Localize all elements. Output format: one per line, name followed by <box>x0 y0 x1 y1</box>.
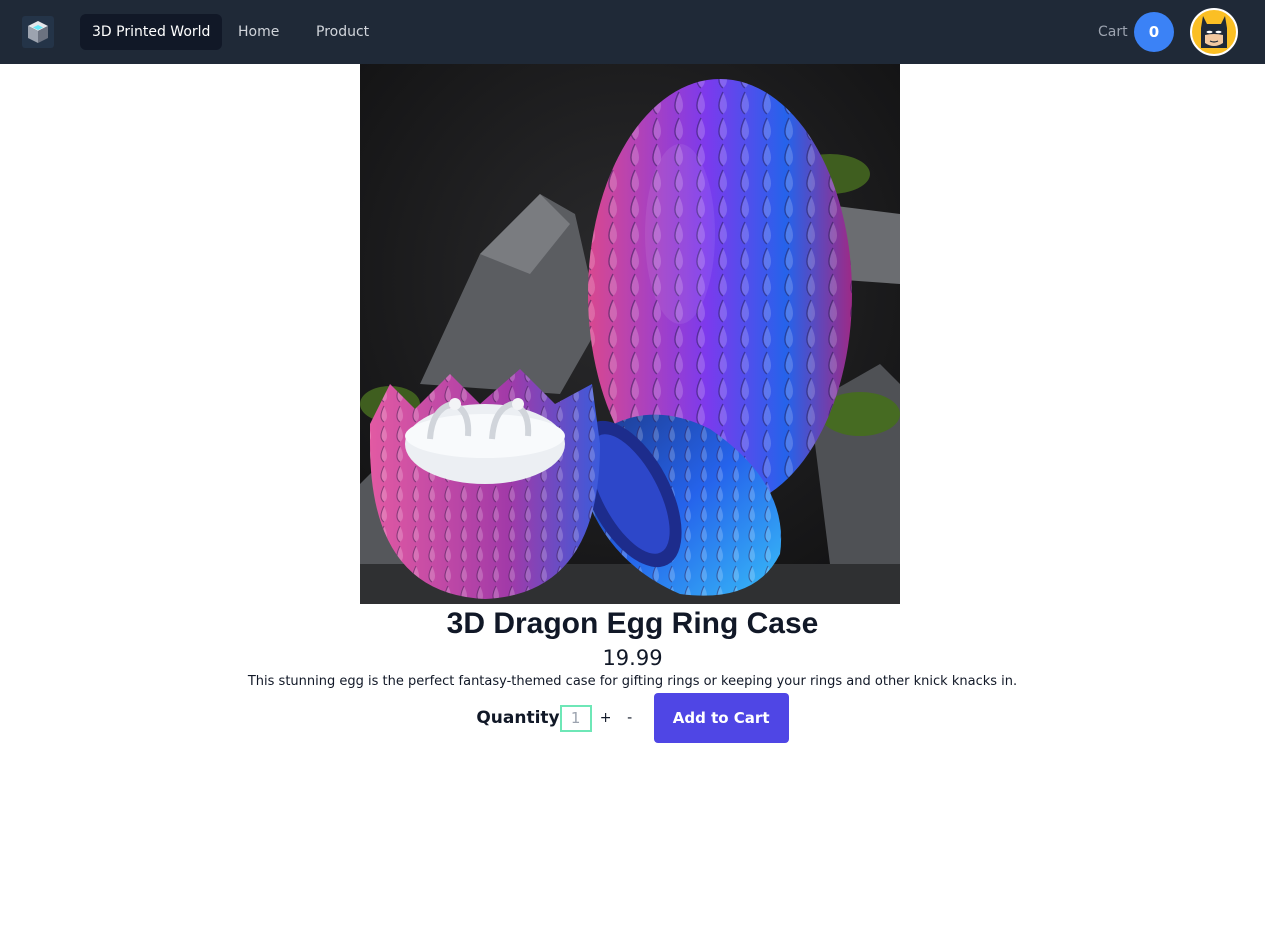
nav-link-home[interactable]: Home <box>226 14 291 50</box>
quantity-row: Quantity + - Add to Cart <box>0 693 1265 743</box>
top-navbar: 3D Printed World Home Product Cart 0 <box>0 0 1265 64</box>
decrement-button[interactable]: - <box>618 710 642 726</box>
add-to-cart-button[interactable]: Add to Cart <box>653 693 789 743</box>
product-description: This stunning egg is the perfect fantasy… <box>247 674 1018 689</box>
dragon-egg-photo <box>360 64 900 604</box>
user-avatar[interactable] <box>1190 8 1238 56</box>
brand-link[interactable]: 3D Printed World <box>80 14 223 50</box>
nav-link-product[interactable]: Product <box>304 14 381 50</box>
product-title: 3D Dragon Egg Ring Case <box>446 607 819 640</box>
increment-button[interactable]: + <box>594 710 618 726</box>
product-image <box>360 64 900 604</box>
cart-label[interactable]: Cart <box>1098 22 1128 42</box>
cart-count-badge[interactable]: 0 <box>1134 12 1174 52</box>
product-price: 19.99 <box>602 646 663 670</box>
cube-logo-icon[interactable] <box>22 16 54 48</box>
quantity-input[interactable] <box>559 704 592 732</box>
quantity-label: Quantity <box>476 708 560 728</box>
